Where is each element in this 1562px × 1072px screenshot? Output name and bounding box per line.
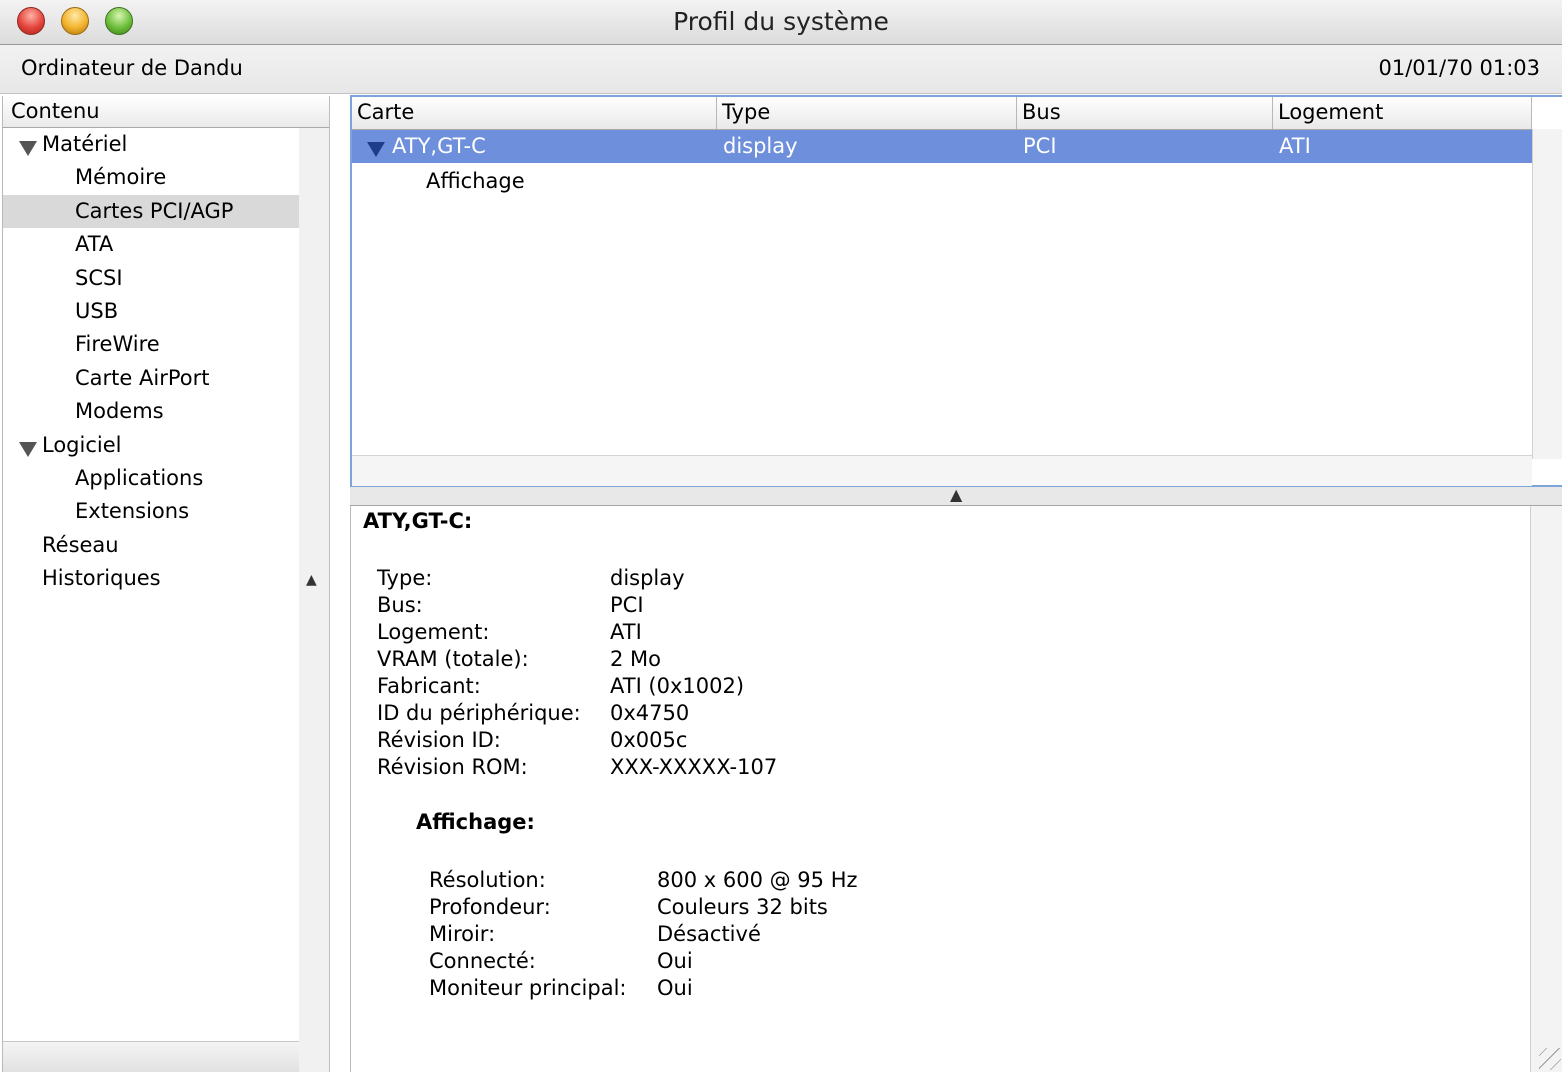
field-value: 800 x 600 @ 95 Hz [657,868,858,892]
cell-bus: PCI [1023,134,1057,158]
sidebar-item-extensions[interactable]: Extensions [3,495,299,528]
field-value: 0x4750 [610,701,690,725]
sidebar-item-historiques[interactable]: Historiques [3,562,299,595]
table-row[interactable]: ATY,GT-C display PCI ATI [352,130,1532,163]
disclosure-triangle-icon[interactable] [19,441,37,457]
field-key: Logement: [377,620,490,644]
sidebar-item-label: USB [75,298,119,323]
scrollbar-header-corner [299,96,329,128]
field-key: Révision ROM: [377,755,528,779]
field-key: Résolution: [429,868,546,892]
sidebar-item-carte-airport[interactable]: Carte AirPort [3,362,299,395]
sidebar-item-applications[interactable]: Applications [3,462,299,495]
contents-sidebar: Contenu Matériel Mémoire Cartes PCI/AGP … [2,96,300,1072]
computer-name: Ordinateur de Dandu [21,56,243,80]
sidebar-item-label: Carte AirPort [75,365,210,390]
report-datetime: 01/01/70 01:03 [1378,56,1540,80]
field-key: Révision ID: [377,728,501,752]
field-value: ATI (0x1002) [610,674,745,698]
cell-carte: ATY,GT-C [392,134,486,158]
sidebar-item-label: SCSI [75,265,123,290]
table-horizontal-scrollbar[interactable] [352,455,1532,486]
detail-title: ATY,GT-C: [363,509,473,533]
field-key: VRAM (totale): [377,647,529,671]
window-resize-grip-icon[interactable] [1539,1048,1561,1070]
detail-subsection-title: Affichage: [416,810,535,834]
window-title: Profil du système [673,7,889,36]
sidebar-item-label: Extensions [75,499,190,524]
contents-tree: Matériel Mémoire Cartes PCI/AGP ATA SCSI… [3,128,299,595]
title-bar: Profil du système [0,0,1562,45]
field-key: Profondeur: [429,895,551,919]
column-header-type[interactable]: Type [717,97,1017,129]
detail-pane: ATY,GT-C: Type: display Bus: PCI Logemen… [350,506,1531,1072]
table-header: Carte Type Bus Logement [352,97,1532,130]
column-header-bus[interactable]: Bus [1017,97,1273,129]
cell-logement: ATI [1279,134,1311,158]
field-key: ID du périphérique: [377,701,581,725]
table-row-child[interactable]: Affichage [426,165,525,198]
field-key: Type: [377,566,433,590]
sidebar-item-usb[interactable]: USB [3,295,299,328]
sidebar-item-scsi[interactable]: SCSI [3,262,299,295]
field-value: Désactivé [657,922,761,946]
field-key: Bus: [377,593,423,617]
sidebar-vertical-scrollbar[interactable]: ▲ [299,96,330,1072]
sidebar-item-label: Matériel [42,132,128,156]
table-vertical-scrollbar[interactable] [1532,129,1562,459]
field-value: Oui [657,949,693,973]
field-key: Connecté: [429,949,536,973]
sidebar-item-label: Modems [75,399,164,424]
disclosure-triangle-icon[interactable] [19,141,37,156]
sidebar-item-firewire[interactable]: FireWire [3,328,299,361]
sidebar-item-label: FireWire [75,332,160,357]
sidebar-item-logiciel[interactable]: Logiciel [3,429,299,462]
sidebar-horizontal-scrollbar[interactable] [3,1041,299,1072]
sidebar-item-label: ATA [75,232,114,257]
field-value: 0x005c [610,728,688,752]
field-value: ATI [610,620,642,644]
sidebar-item-memoire[interactable]: Mémoire [3,161,299,194]
sidebar-item-label: Applications [75,465,204,490]
sidebar-item-materiel[interactable]: Matériel [3,128,299,161]
info-bar: Ordinateur de Dandu 01/01/70 01:03 [0,45,1562,94]
cell-type: display [723,134,798,158]
sidebar-header[interactable]: Contenu [3,96,299,128]
sidebar-item-ata[interactable]: ATA [3,228,299,261]
field-value: 2 Mo [610,647,662,671]
scroll-up-arrow-icon[interactable]: ▲ [306,572,317,588]
field-value: Oui [657,976,693,1000]
devices-table: Carte Type Bus Logement ATY,GT-C display… [350,95,1562,487]
field-key: Miroir: [429,922,496,946]
sidebar-item-reseau[interactable]: Réseau [3,529,299,562]
field-value: XXX-XXXXX-107 [610,755,778,779]
sidebar-item-label: Historiques [42,566,161,591]
disclosure-triangle-icon[interactable] [367,142,385,157]
column-header-logement[interactable]: Logement [1273,97,1532,129]
splitter-caret-icon[interactable]: ▲ [950,485,962,504]
field-value: display [610,566,685,590]
detail-vertical-scrollbar[interactable] [1530,506,1562,1072]
field-value: PCI [610,593,644,617]
sidebar-item-label: Cartes PCI/AGP [75,198,234,223]
column-header-carte[interactable]: Carte [352,97,717,129]
field-key: Moniteur principal: [429,976,627,1000]
sidebar-item-label: Mémoire [75,165,167,190]
sidebar-item-label: Réseau [42,532,119,557]
sidebar-item-modems[interactable]: Modems [3,395,299,428]
pane-splitter[interactable]: ▲ [350,485,1562,506]
sidebar-item-label: Logiciel [42,432,122,457]
sidebar-item-cartes-pci-agp[interactable]: Cartes PCI/AGP [3,194,299,229]
field-value: Couleurs 32 bits [657,895,828,919]
field-key: Fabricant: [377,674,481,698]
